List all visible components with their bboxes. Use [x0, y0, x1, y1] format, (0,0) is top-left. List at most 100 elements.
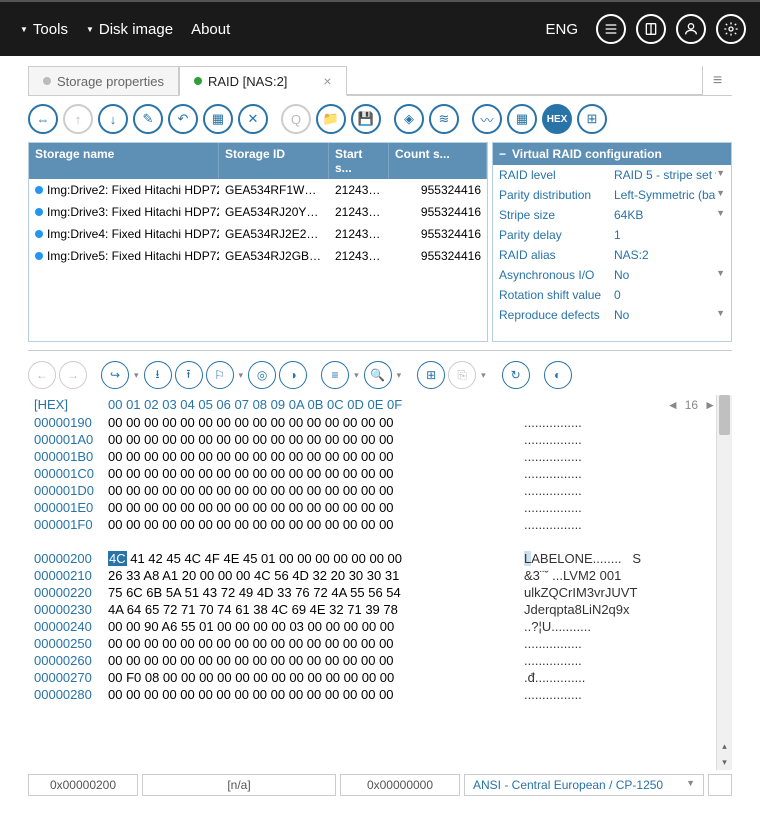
menu-about[interactable]: About: [185, 17, 236, 42]
bookmark-icon[interactable]: ⚐: [206, 361, 234, 389]
table-row[interactable]: Img:Drive5: Fixed Hitachi HDP725...GEA53…: [29, 245, 487, 267]
drive-status-dot-icon: [35, 186, 43, 194]
hex-row[interactable]: 000002004C 41 42 45 4C 4F 4E 45 01 00 00…: [28, 550, 716, 567]
table-row[interactable]: Img:Drive3: Fixed Hitachi HDP725...GEA53…: [29, 201, 487, 223]
download-icon[interactable]: ⭳: [144, 361, 172, 389]
config-row[interactable]: Reproduce defectsNo▼: [493, 305, 731, 325]
config-row[interactable]: Parity distributionLeft-Symmetric (bac▼: [493, 185, 731, 205]
column-header-storage-id[interactable]: Storage ID: [219, 143, 329, 179]
folder-icon[interactable]: 📁: [316, 104, 346, 134]
scrollbar[interactable]: ▴ ▾: [716, 395, 732, 770]
save-icon[interactable]: 💾: [351, 104, 381, 134]
scroll-up-icon[interactable]: ▴: [717, 738, 732, 754]
scroll-thumb[interactable]: [719, 395, 730, 435]
target-icon[interactable]: ◎: [248, 361, 276, 389]
edit-icon[interactable]: ✎: [133, 104, 163, 134]
panel-icon[interactable]: ⊞: [417, 361, 445, 389]
table-row[interactable]: Img:Drive4: Fixed Hitachi HDP725...GEA53…: [29, 223, 487, 245]
dropdown-caret-icon[interactable]: ▾: [352, 370, 361, 381]
back-icon[interactable]: ←: [28, 361, 56, 389]
config-row[interactable]: Asynchronous I/ONo▼: [493, 265, 731, 285]
gear-icon[interactable]: [716, 14, 746, 44]
hex-row[interactable]: 0000024000 00 90 A6 55 01 00 00 00 00 03…: [28, 618, 716, 635]
config-row[interactable]: RAID levelRAID 5 - stripe set w▼: [493, 165, 731, 185]
hex-row[interactable]: 000002304A 64 65 72 71 70 74 61 38 4C 69…: [28, 601, 716, 618]
hex-viewer: [HEX] 00 01 02 03 04 05 06 07 08 09 0A 0…: [28, 395, 732, 770]
dropdown-caret-icon[interactable]: ▼: [716, 188, 725, 202]
menu-disk-image[interactable]: ▼Disk image: [80, 17, 179, 42]
stack-icon[interactable]: ≋: [429, 104, 459, 134]
tab-raid[interactable]: RAID [NAS:2] ×: [179, 66, 347, 96]
hex-row[interactable]: 000001B000 00 00 00 00 00 00 00 00 00 00…: [28, 448, 716, 465]
hex-row[interactable]: 0000026000 00 00 00 00 00 00 00 00 00 00…: [28, 652, 716, 669]
column-header-count[interactable]: Count s...: [389, 143, 487, 179]
list-icon[interactable]: ≡: [321, 361, 349, 389]
arrow-up-icon[interactable]: ↑: [63, 104, 93, 134]
table-row[interactable]: Img:Drive2: Fixed Hitachi HDP725...GEA53…: [29, 179, 487, 201]
arrow-down-icon[interactable]: ↓: [98, 104, 128, 134]
contrast-icon[interactable]: ◐: [544, 361, 572, 389]
fit-icon[interactable]: ⇔: [28, 104, 58, 134]
grid-icon[interactable]: ▦: [507, 104, 537, 134]
book-icon[interactable]: [636, 14, 666, 44]
forward-icon[interactable]: →: [59, 361, 87, 389]
dropdown-caret-icon[interactable]: ▼: [716, 208, 725, 222]
hex-label: [HEX]: [28, 397, 108, 412]
hex-row[interactable]: [28, 533, 716, 550]
menu-tools[interactable]: ▼Tools: [14, 17, 74, 42]
layers-icon[interactable]: ◈: [394, 104, 424, 134]
refresh-icon[interactable]: ↻: [502, 361, 530, 389]
activity-icon[interactable]: 〰: [472, 104, 502, 134]
config-row: Rotation shift value0: [493, 285, 731, 305]
config-row: Parity delay1: [493, 225, 731, 245]
dropdown-caret-icon[interactable]: ▾: [237, 370, 246, 381]
hex-row[interactable]: 0000025000 00 00 00 00 00 00 00 00 00 00…: [28, 635, 716, 652]
dropdown-caret-icon[interactable]: ▼: [716, 268, 725, 282]
tag-icon[interactable]: ◑: [279, 361, 307, 389]
scroll-down-icon[interactable]: ▾: [717, 754, 732, 770]
hex-row[interactable]: 000001F000 00 00 00 00 00 00 00 00 00 00…: [28, 516, 716, 533]
close-icon[interactable]: ×: [323, 73, 331, 89]
hex-row[interactable]: 0000022075 6C 6B 5A 51 43 72 49 4D 33 76…: [28, 584, 716, 601]
raid-config-panel: −Virtual RAID configuration RAID levelRA…: [492, 142, 732, 342]
storage-table: Storage name Storage ID Start s... Count…: [28, 142, 488, 342]
user-icon[interactable]: [676, 14, 706, 44]
undo-icon[interactable]: ↶: [168, 104, 198, 134]
column-header-storage-name[interactable]: Storage name: [29, 143, 219, 179]
tab-status-dot-icon: [194, 77, 202, 85]
dropdown-caret-icon[interactable]: ▼: [716, 308, 725, 322]
hex-row[interactable]: 000001D000 00 00 00 00 00 00 00 00 00 00…: [28, 482, 716, 499]
encoding-selector[interactable]: ANSI - Central European / CP-1250▼: [464, 774, 704, 796]
remove-icon[interactable]: ✕: [238, 104, 268, 134]
tab-overflow-button[interactable]: ≡: [702, 66, 732, 95]
chip-icon[interactable]: ▦: [203, 104, 233, 134]
dropdown-caret-icon[interactable]: ▾: [395, 370, 404, 381]
dropdown-caret-icon[interactable]: ▾: [132, 370, 141, 381]
language-selector[interactable]: ENG: [545, 21, 578, 38]
hex-row[interactable]: 0000028000 00 00 00 00 00 00 00 00 00 00…: [28, 686, 716, 703]
hex-row[interactable]: 000001A000 00 00 00 00 00 00 00 00 00 00…: [28, 431, 716, 448]
hex-pager[interactable]: ◄ 16 ►: [667, 397, 716, 412]
dropdown-caret-icon[interactable]: ▼: [716, 168, 725, 182]
copy-icon[interactable]: ⎘: [448, 361, 476, 389]
hex-row[interactable]: 0000027000 F0 08 00 00 00 00 00 00 00 00…: [28, 669, 716, 686]
hex-column-header: 00 01 02 03 04 05 06 07 08 09 0A 0B 0C 0…: [108, 397, 508, 412]
config-row[interactable]: Stripe size64KB▼: [493, 205, 731, 225]
tab-storage-properties[interactable]: Storage properties: [28, 66, 179, 95]
upload-icon[interactable]: ⭱: [175, 361, 203, 389]
column-header-start[interactable]: Start s...: [329, 143, 389, 179]
hex-mode-button[interactable]: HEX: [542, 104, 572, 134]
jump-icon[interactable]: ↪: [101, 361, 129, 389]
collapse-icon[interactable]: −: [499, 147, 506, 161]
hex-row[interactable]: 000001C000 00 00 00 00 00 00 00 00 00 00…: [28, 465, 716, 482]
status-extra[interactable]: [708, 774, 732, 796]
dropdown-caret-icon[interactable]: ▾: [479, 370, 488, 381]
drive-status-dot-icon: [35, 208, 43, 216]
panels-icon[interactable]: ⊞: [577, 104, 607, 134]
search-icon[interactable]: Q: [281, 104, 311, 134]
hex-row[interactable]: 0000021026 33 A8 A1 20 00 00 00 4C 56 4D…: [28, 567, 716, 584]
hex-row[interactable]: 000001E000 00 00 00 00 00 00 00 00 00 00…: [28, 499, 716, 516]
hex-row[interactable]: 0000019000 00 00 00 00 00 00 00 00 00 00…: [28, 414, 716, 431]
find-icon[interactable]: 🔍: [364, 361, 392, 389]
list-icon[interactable]: [596, 14, 626, 44]
